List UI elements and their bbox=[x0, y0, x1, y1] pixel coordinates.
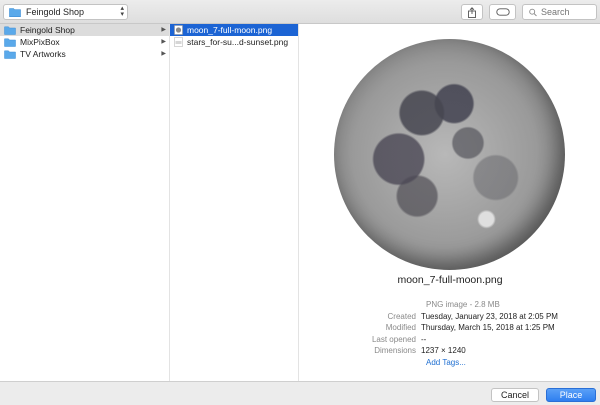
file-item-label: moon_7-full-moon.png bbox=[187, 25, 273, 35]
file-item-stars[interactable]: stars_for-su...d-sunset.png bbox=[170, 36, 298, 48]
info-key: Last opened bbox=[371, 334, 416, 344]
sidebar-item-mixpixbox[interactable]: MixPixBox ▶ bbox=[0, 36, 169, 48]
preview-pane: moon_7-full-moon.png PNG image - 2.8 MB … bbox=[300, 24, 600, 381]
info-value: Thursday, March 15, 2018 at 1:25 PM bbox=[421, 323, 555, 332]
toolbar: Feingold Shop ▴ ▾ bbox=[0, 0, 600, 24]
folder-icon bbox=[4, 50, 16, 59]
share-icon bbox=[468, 6, 476, 18]
sidebar-column: Feingold Shop ▶ MixPixBox ▶ TV Artworks … bbox=[0, 24, 170, 381]
info-key: Created bbox=[387, 311, 416, 321]
moon-image-preview bbox=[334, 39, 565, 270]
search-icon bbox=[529, 8, 537, 16]
preview-file-name: moon_7-full-moon.png bbox=[397, 274, 503, 286]
info-row-dimensions: Dimensions 1237 × 1240 bbox=[300, 345, 600, 357]
folder-icon bbox=[9, 8, 21, 17]
place-button[interactable]: Place bbox=[546, 388, 596, 402]
add-tags-link[interactable]: Add Tags... bbox=[300, 357, 600, 369]
file-info: PNG image - 2.8 MB Created Tuesday, Janu… bbox=[300, 299, 600, 368]
info-value: -- bbox=[421, 334, 427, 344]
bottom-bar: Cancel Place bbox=[0, 381, 600, 405]
cancel-button[interactable]: Cancel bbox=[491, 388, 539, 402]
tag-button[interactable] bbox=[489, 4, 516, 20]
file-column: moon_7-full-moon.png stars_for-su...d-su… bbox=[170, 24, 299, 381]
info-value: 1237 × 1240 bbox=[421, 346, 466, 355]
disclosure-arrow-icon: ▶ bbox=[161, 27, 166, 33]
folder-icon bbox=[4, 26, 16, 35]
folder-icon bbox=[4, 38, 16, 47]
location-label: Feingold Shop bbox=[26, 7, 85, 17]
disclosure-arrow-icon: ▶ bbox=[161, 51, 166, 57]
sidebar-item-label: TV Artworks bbox=[20, 49, 66, 59]
sidebar-item-label: MixPixBox bbox=[20, 37, 60, 47]
info-key: Dimensions bbox=[374, 346, 416, 355]
image-file-icon bbox=[174, 37, 183, 47]
tag-icon bbox=[495, 8, 510, 16]
info-key: Modified bbox=[385, 323, 416, 332]
chevron-up-down-icon: ▴ ▾ bbox=[120, 5, 124, 18]
file-item-label: stars_for-su...d-sunset.png bbox=[187, 37, 289, 47]
info-row-last-opened: Last opened -- bbox=[300, 334, 600, 346]
file-item-moon[interactable]: moon_7-full-moon.png bbox=[170, 24, 298, 36]
info-row-created: Created Tuesday, January 23, 2018 at 2:0… bbox=[300, 311, 600, 323]
sidebar-item-tv-artworks[interactable]: TV Artworks ▶ bbox=[0, 48, 169, 60]
info-value: Tuesday, January 23, 2018 at 2:05 PM bbox=[421, 311, 558, 321]
file-kind: PNG image - 2.8 MB bbox=[426, 300, 500, 309]
info-row-modified: Modified Thursday, March 15, 2018 at 1:2… bbox=[300, 322, 600, 334]
sidebar-item-feingold-shop[interactable]: Feingold Shop ▶ bbox=[0, 24, 169, 36]
column-browser: Feingold Shop ▶ MixPixBox ▶ TV Artworks … bbox=[0, 24, 600, 381]
search-input[interactable] bbox=[541, 7, 596, 17]
share-button[interactable] bbox=[461, 4, 483, 20]
location-popup[interactable]: Feingold Shop ▴ ▾ bbox=[3, 4, 128, 20]
image-file-icon bbox=[174, 25, 183, 35]
search-field[interactable] bbox=[522, 4, 597, 20]
sidebar-item-label: Feingold Shop bbox=[20, 25, 75, 35]
disclosure-arrow-icon: ▶ bbox=[161, 39, 166, 45]
